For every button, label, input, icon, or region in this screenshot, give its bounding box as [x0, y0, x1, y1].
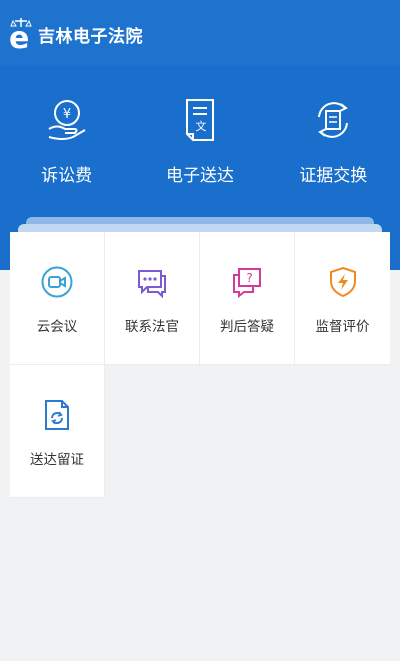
court-logo-icon: e: [8, 15, 36, 51]
feature-row: ¥ 诉讼费 文 电子送达 证据交换: [0, 97, 400, 186]
feature-label: 电子送达: [165, 166, 234, 186]
shield-bolt-icon: [329, 266, 356, 298]
document-refresh-icon: [45, 400, 69, 430]
svg-text:¥: ¥: [63, 107, 71, 122]
service-label: 监督评价: [315, 319, 370, 335]
service-label: 联系法官: [125, 319, 179, 335]
app-title: 吉林电子法院: [38, 27, 143, 47]
question-bubble-icon: ?: [233, 268, 261, 298]
svg-text:文: 文: [195, 119, 206, 133]
yuan-hand-icon: ¥: [48, 100, 86, 140]
service-supervision-evaluation[interactable]: 监督评价: [295, 232, 390, 365]
service-post-judgment-qa[interactable]: ? 判后答疑: [200, 232, 295, 365]
service-label: 云会议: [36, 319, 78, 335]
service-label: 送达留证: [30, 452, 84, 468]
service-label: 判后答疑: [220, 319, 274, 335]
feature-label: 证据交换: [299, 166, 368, 186]
service-cloud-meeting[interactable]: 云会议: [10, 232, 105, 365]
service-delivery-evidence[interactable]: 送达留证: [10, 365, 105, 498]
feature-electronic-delivery[interactable]: 文 电子送达: [145, 97, 255, 186]
feature-label: 诉讼费: [41, 166, 93, 186]
app-header: e 吉林电子法院: [0, 0, 400, 65]
chat-bubbles-icon: [138, 270, 166, 298]
feature-litigation-fee[interactable]: ¥ 诉讼费: [12, 97, 122, 186]
feature-evidence-exchange[interactable]: 证据交换: [278, 97, 388, 186]
document-icon: 文: [185, 99, 214, 141]
service-contact-judge[interactable]: 联系法官: [105, 232, 200, 365]
exchange-icon: [318, 102, 349, 138]
service-grid: 云会议 联系法官 ? 判后答疑 监督评价 送达留证: [10, 232, 390, 500]
svg-text:?: ?: [246, 271, 252, 285]
video-camera-icon: [41, 266, 73, 298]
